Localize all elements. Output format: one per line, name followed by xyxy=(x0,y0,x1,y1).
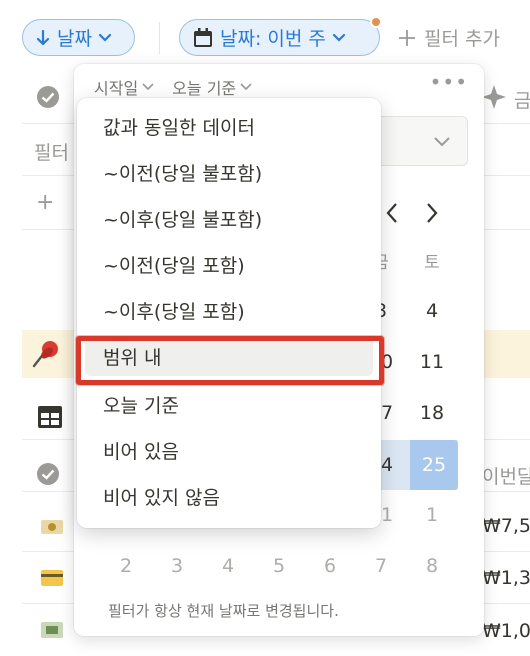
property-selector[interactable]: 시작일 xyxy=(94,75,154,99)
calendar-day[interactable]: 8 xyxy=(412,555,452,577)
credit-card-icon xyxy=(41,570,63,586)
menu-item-within-range[interactable]: 범위 내 xyxy=(85,336,373,376)
toolbar-divider xyxy=(159,22,160,54)
amount-value: ₩1,0 xyxy=(482,620,530,642)
calendar-icon xyxy=(194,27,212,47)
chevron-down-icon xyxy=(240,83,252,91)
column-partial-label: 이번달 xyxy=(482,466,530,488)
diamond-icon xyxy=(482,85,506,109)
pushpin-icon xyxy=(32,341,58,368)
amount-value: ₩1,3 xyxy=(482,567,530,589)
amount-value: ₩7,5 xyxy=(482,515,530,537)
calendar-day[interactable]: 11 xyxy=(412,351,452,373)
plus-icon xyxy=(399,29,415,46)
menu-item-relative-today[interactable]: 오늘 기준 xyxy=(85,384,373,424)
calendar-day[interactable]: 3 xyxy=(157,555,197,577)
menu-item-is-not-empty[interactable]: 비어 있지 않음 xyxy=(85,476,373,516)
next-month-icon[interactable] xyxy=(424,202,440,224)
sort-chip-label: 날짜 xyxy=(57,28,92,50)
weekday-sat: 토 xyxy=(424,253,440,273)
date-filter-chip[interactable]: 날짜: 이번 주 xyxy=(179,19,380,56)
arrow-down-icon xyxy=(36,29,50,45)
menu-item-after-exclusive[interactable]: ~이후(당일 불포함) xyxy=(85,198,373,238)
condition-label: 오늘 기준 xyxy=(172,79,237,98)
more-options-icon[interactable]: ••• xyxy=(430,70,468,94)
calendar-day[interactable]: 1 xyxy=(412,504,452,526)
today-cell[interactable]: 25 xyxy=(410,440,458,490)
active-filter-dot xyxy=(370,16,382,28)
check-circle-icon xyxy=(37,86,59,108)
check-circle-icon xyxy=(37,463,59,485)
calendar-day[interactable]: 18 xyxy=(412,402,452,424)
menu-item-before-exclusive[interactable]: ~이전(당일 불포함) xyxy=(85,152,373,192)
chevron-down-icon xyxy=(332,33,345,42)
calendar-day[interactable]: 7 xyxy=(361,555,401,577)
filter-footnote: 필터가 항상 현재 날짜로 변경됩니다. xyxy=(108,602,339,620)
menu-item-equals[interactable]: 값과 동일한 데이터 xyxy=(85,106,373,146)
sort-chip[interactable]: 날짜 xyxy=(22,19,135,56)
previous-month-icon[interactable] xyxy=(384,202,400,224)
new-row-plus[interactable]: + xyxy=(36,190,54,215)
date-filter-label: 날짜: 이번 주 xyxy=(220,28,326,50)
condition-selector[interactable]: 오늘 기준 xyxy=(172,75,252,99)
calendar-day[interactable]: 6 xyxy=(310,555,350,577)
calendar-day[interactable]: 2 xyxy=(106,555,146,577)
condition-dropdown-menu: 값과 동일한 데이터 ~이전(당일 불포함) ~이후(당일 불포함) ~이전(당… xyxy=(77,98,381,528)
chevron-down-icon xyxy=(98,33,112,42)
filter-input-partial: 필터 xyxy=(34,142,69,164)
add-filter-label: 필터 추가 xyxy=(424,28,500,50)
table-icon xyxy=(38,406,62,428)
calendar-day[interactable]: 4 xyxy=(412,300,452,322)
add-filter-button[interactable]: 필터 추가 xyxy=(398,24,500,51)
banknote-icon xyxy=(41,622,63,638)
chevron-down-icon xyxy=(434,137,450,147)
property-label: 시작일 xyxy=(94,79,139,98)
chevron-down-icon xyxy=(142,83,154,91)
menu-item-before-inclusive[interactable]: ~이전(당일 포함) xyxy=(85,244,373,284)
menu-item-after-inclusive[interactable]: ~이후(당일 포함) xyxy=(85,290,373,330)
calendar-day[interactable]: 5 xyxy=(259,555,299,577)
menu-item-is-empty[interactable]: 비어 있음 xyxy=(85,430,373,470)
money-bag-icon xyxy=(41,520,63,534)
header-partial-label: 금 xyxy=(514,90,530,112)
calendar-day[interactable]: 4 xyxy=(208,555,248,577)
